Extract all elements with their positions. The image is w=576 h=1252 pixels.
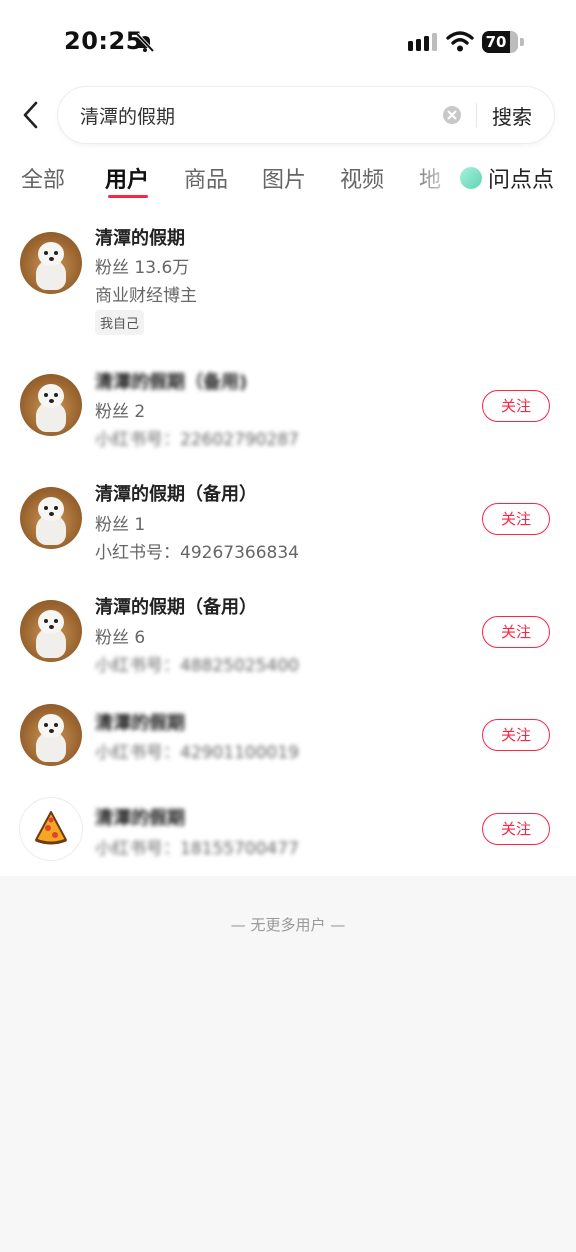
battery-icon: 70 bbox=[482, 31, 524, 53]
tab-all[interactable]: 全部 bbox=[21, 162, 65, 194]
tab-products[interactable]: 商品 bbox=[184, 162, 228, 194]
avatar[interactable] bbox=[20, 487, 82, 549]
user-name: 清潭的假期 bbox=[95, 228, 185, 249]
user-name: 清潭的假期（备用) bbox=[95, 372, 248, 393]
search-button[interactable]: 搜索 bbox=[492, 101, 532, 130]
follow-button[interactable]: 关注 bbox=[482, 813, 550, 845]
user-name: 清潭的假期 bbox=[95, 713, 185, 734]
avatar[interactable] bbox=[20, 232, 82, 294]
avatar[interactable] bbox=[20, 374, 82, 436]
chevron-left-icon[interactable] bbox=[18, 100, 44, 130]
avatar[interactable] bbox=[20, 600, 82, 662]
follow-button[interactable]: 关注 bbox=[482, 390, 550, 422]
tab-videos[interactable]: 视频 bbox=[340, 162, 384, 194]
pizza-avatar[interactable] bbox=[20, 798, 82, 860]
search-input[interactable]: 清潭的假期 bbox=[80, 102, 175, 129]
user-id: 小红书号：49267366834 bbox=[95, 543, 299, 563]
battery-level: 70 bbox=[482, 31, 510, 53]
follow-button[interactable]: 关注 bbox=[482, 616, 550, 648]
user-fans: 粉丝 13.6万 bbox=[95, 258, 190, 278]
user-name: 清潭的假期（备用） bbox=[95, 597, 257, 618]
user-id: 小红书号：48825025400 bbox=[95, 656, 299, 676]
status-bar: 20:25 70 bbox=[0, 0, 576, 84]
clear-icon[interactable] bbox=[442, 105, 462, 125]
follow-button[interactable]: 关注 bbox=[482, 503, 550, 535]
wendian-label: 问点点 bbox=[488, 168, 555, 193]
user-name: 清潭的假期（备用） bbox=[95, 484, 257, 505]
avatar[interactable] bbox=[20, 704, 82, 766]
no-more-users: — 无更多用户 — bbox=[230, 916, 346, 934]
tab-images[interactable]: 图片 bbox=[262, 162, 306, 194]
user-fans: 粉丝 1 bbox=[95, 515, 146, 535]
follow-button[interactable]: 关注 bbox=[482, 719, 550, 751]
search-divider bbox=[476, 103, 477, 127]
tab-active-indicator bbox=[108, 195, 148, 198]
wendian-button[interactable]: 问点点 bbox=[460, 162, 554, 194]
search-box[interactable]: 清潭的假期 搜索 bbox=[58, 87, 554, 143]
user-id: 小红书号：42901100019 bbox=[95, 743, 299, 763]
user-fans: 粉丝 2 bbox=[95, 402, 146, 422]
bell-slash-icon bbox=[135, 32, 155, 53]
wifi-icon bbox=[446, 31, 474, 52]
signal-icon bbox=[408, 33, 437, 51]
user-fans: 粉丝 6 bbox=[95, 628, 146, 648]
tabs-fade bbox=[408, 160, 468, 202]
user-name: 清潭的假期 bbox=[95, 808, 185, 829]
status-time: 20:25 bbox=[64, 27, 143, 55]
tab-users[interactable]: 用户 bbox=[105, 162, 149, 194]
pizza-icon bbox=[35, 811, 67, 845]
user-id: 小红书号：22602790287 bbox=[95, 430, 299, 450]
user-id: 小红书号：18155700477 bbox=[95, 839, 299, 859]
category-tabs: 全部 用户 商品 图片 视频 地 问点点 bbox=[0, 160, 576, 204]
user-bio: 商业财经博主 bbox=[95, 286, 197, 306]
self-tag: 我自己 bbox=[95, 310, 145, 335]
wendian-icon bbox=[460, 167, 482, 189]
